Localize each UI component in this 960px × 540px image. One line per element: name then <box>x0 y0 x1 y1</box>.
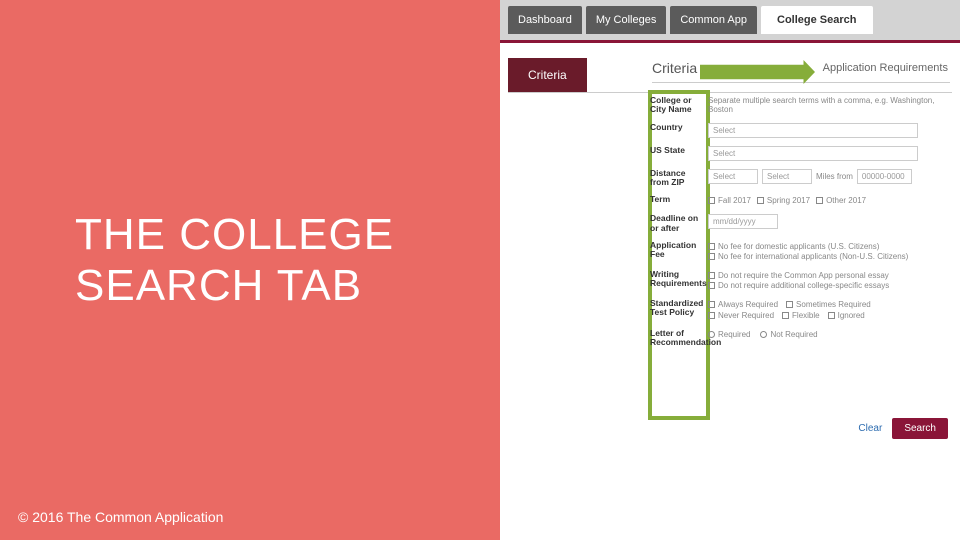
opt-fee-domestic: No fee for domestic applicants (U.S. Cit… <box>718 242 879 251</box>
opt-test-always: Always Required <box>718 300 778 309</box>
input-zip[interactable]: 00000-0000 <box>857 169 912 184</box>
checkbox-term-other[interactable] <box>816 197 823 204</box>
tab-common-app[interactable]: Common App <box>670 6 757 34</box>
opt-fee-intl: No fee for international applicants (Non… <box>718 252 908 261</box>
opt-test-never: Never Required <box>718 311 774 320</box>
checkbox-term-fall[interactable] <box>708 197 715 204</box>
panel-header-criteria: Criteria <box>652 60 697 76</box>
copyright-text: © 2016 The Common Application <box>18 509 223 525</box>
label-letter-rec: Letter of Recommendation <box>650 329 708 348</box>
checkbox-test-ignored[interactable] <box>828 312 835 319</box>
opt-writing-specific: Do not require additional college-specif… <box>718 281 889 290</box>
opt-term-other: Other 2017 <box>826 196 866 205</box>
label-term: Term <box>650 195 708 204</box>
checkbox-writing-essay[interactable] <box>708 272 715 279</box>
search-button[interactable]: Search <box>892 418 948 439</box>
label-writing: Writing Requirements <box>650 270 708 289</box>
subtab-app-requirements[interactable]: Application Requirements <box>823 62 948 74</box>
checkbox-fee-intl[interactable] <box>708 253 715 260</box>
label-country: Country <box>650 123 708 132</box>
checkbox-test-flexible[interactable] <box>782 312 789 319</box>
tab-dashboard[interactable]: Dashboard <box>508 6 582 34</box>
opt-test-ignored: Ignored <box>838 311 865 320</box>
label-college-name: College or City Name <box>650 96 708 115</box>
form-actions: Clear Search <box>858 418 948 439</box>
opt-letter-not-required: Not Required <box>770 330 817 339</box>
label-app-fee: Application Fee <box>650 241 708 260</box>
subtab-criteria[interactable]: Criteria <box>508 58 587 92</box>
checkbox-fee-domestic[interactable] <box>708 243 715 250</box>
select-country[interactable]: Select <box>708 123 918 138</box>
checkbox-test-never[interactable] <box>708 312 715 319</box>
select-distance-1[interactable]: Select <box>708 169 758 184</box>
opt-writing-essay: Do not require the Common App personal e… <box>718 271 889 280</box>
select-us-state[interactable]: Select <box>708 146 918 161</box>
label-distance: Distance from ZIP <box>650 169 708 188</box>
select-distance-2[interactable]: Select <box>762 169 812 184</box>
checkbox-test-always[interactable] <box>708 301 715 308</box>
opt-test-sometimes: Sometimes Required <box>796 300 871 309</box>
checkbox-writing-specific[interactable] <box>708 282 715 289</box>
panel-header-underline <box>652 82 950 83</box>
opt-term-spring: Spring 2017 <box>767 196 810 205</box>
hint-college-name: Separate multiple search terms with a co… <box>708 96 950 114</box>
nav-underline <box>500 40 960 43</box>
slide-title: THE COLLEGE SEARCH TAB <box>75 210 500 311</box>
radio-letter-not-required[interactable] <box>760 331 767 338</box>
tab-college-search[interactable]: College Search <box>761 6 872 34</box>
tab-my-colleges[interactable]: My Colleges <box>586 6 667 34</box>
label-miles-from: Miles from <box>816 172 853 181</box>
checkbox-term-spring[interactable] <box>757 197 764 204</box>
slide-left-panel: THE COLLEGE SEARCH TAB © 2016 The Common… <box>0 0 500 540</box>
top-nav-bar: Dashboard My Colleges Common App College… <box>500 0 960 40</box>
app-screenshot: Dashboard My Colleges Common App College… <box>500 0 960 540</box>
label-test-policy: Standardized Test Policy <box>650 299 708 318</box>
opt-letter-required: Required <box>718 330 750 339</box>
opt-term-fall: Fall 2017 <box>718 196 751 205</box>
search-form: College or City Name Separate multiple s… <box>650 96 950 356</box>
radio-letter-required[interactable] <box>708 331 715 338</box>
label-deadline: Deadline on or after <box>650 214 708 233</box>
checkbox-test-sometimes[interactable] <box>786 301 793 308</box>
clear-link[interactable]: Clear <box>858 423 882 434</box>
label-us-state: US State <box>650 146 708 155</box>
opt-test-flexible: Flexible <box>792 311 820 320</box>
input-deadline[interactable]: mm/dd/yyyy <box>708 214 778 229</box>
